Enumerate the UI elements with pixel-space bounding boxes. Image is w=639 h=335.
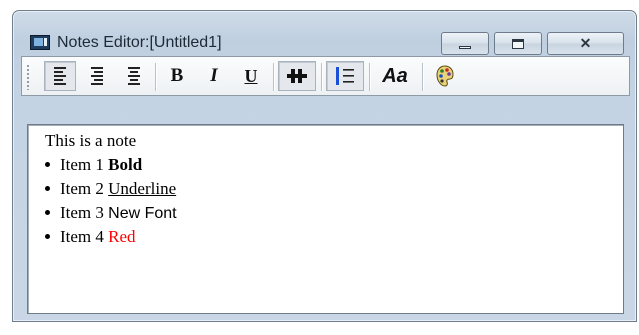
list-item: Item 3 New Font [45, 203, 177, 223]
new-font-text: New Font [108, 205, 177, 222]
close-button[interactable]: ✕ [547, 32, 624, 55]
bullet-list-icon [336, 67, 354, 85]
bold-icon: B [170, 65, 184, 86]
bullet-icon [45, 209, 50, 215]
red-text: Red [108, 227, 136, 246]
close-icon: ✕ [579, 35, 592, 51]
toolbar-separator [273, 63, 274, 91]
maximize-button[interactable] [494, 32, 542, 55]
item-text: Item 3 [60, 203, 109, 222]
italic-button[interactable]: I [198, 61, 230, 91]
app-icon[interactable] [30, 35, 50, 50]
list-item: Item 1 Bold [45, 155, 142, 175]
strikeout-icon [287, 69, 307, 83]
bullet-icon [45, 161, 50, 167]
title-bar[interactable]: Notes Editor:[Untitled1] ✕ [13, 11, 636, 57]
minimize-icon [459, 46, 471, 49]
underline-text: Underline [108, 179, 177, 198]
notes-editor-window: Notes Editor:[Untitled1] ✕ B I U Aa This… [12, 10, 637, 322]
align-right-icon [91, 67, 103, 85]
minimize-button[interactable] [441, 32, 489, 55]
underline-button[interactable]: U [235, 61, 267, 91]
formatting-toolbar: B I U Aa [21, 56, 630, 96]
align-left-button[interactable] [44, 61, 76, 91]
toolbar-separator [369, 63, 370, 91]
list-item: Item 4 Red [45, 227, 136, 247]
maximize-icon [512, 38, 524, 49]
font-button[interactable]: Aa [374, 61, 416, 91]
window-title: Notes Editor:[Untitled1] [57, 34, 222, 51]
align-right-button[interactable] [82, 61, 112, 91]
bullet-icon [45, 185, 50, 191]
item-text: Item 4 [60, 227, 109, 246]
toolbar-separator [422, 63, 423, 91]
note-text: This is a note [45, 131, 137, 150]
first-line: This is a note [45, 131, 136, 151]
color-palette-icon [436, 65, 454, 87]
bold-button[interactable]: B [160, 61, 194, 91]
toolbar-separator [321, 63, 322, 91]
item-text: Item 2 [60, 179, 109, 198]
toolbar-separator [155, 63, 156, 91]
align-center-button[interactable] [119, 61, 149, 91]
align-center-icon [128, 67, 140, 85]
item-text: Item 1 [60, 155, 109, 174]
align-left-icon [54, 67, 66, 85]
bold-text: Bold [108, 155, 143, 174]
underline-icon: U [244, 65, 258, 86]
bullets-button[interactable] [326, 61, 364, 91]
strikeout-button[interactable] [278, 61, 316, 91]
italic-icon: I [210, 65, 218, 86]
color-button[interactable] [428, 61, 462, 91]
list-item: Item 2 Underline [45, 179, 176, 199]
font-icon: Aa [382, 64, 408, 87]
note-text-area[interactable]: This is a note Item 1 Bold Item 2 Underl… [27, 124, 624, 314]
toolbar-grip[interactable] [26, 64, 30, 90]
bullet-icon [45, 233, 50, 239]
